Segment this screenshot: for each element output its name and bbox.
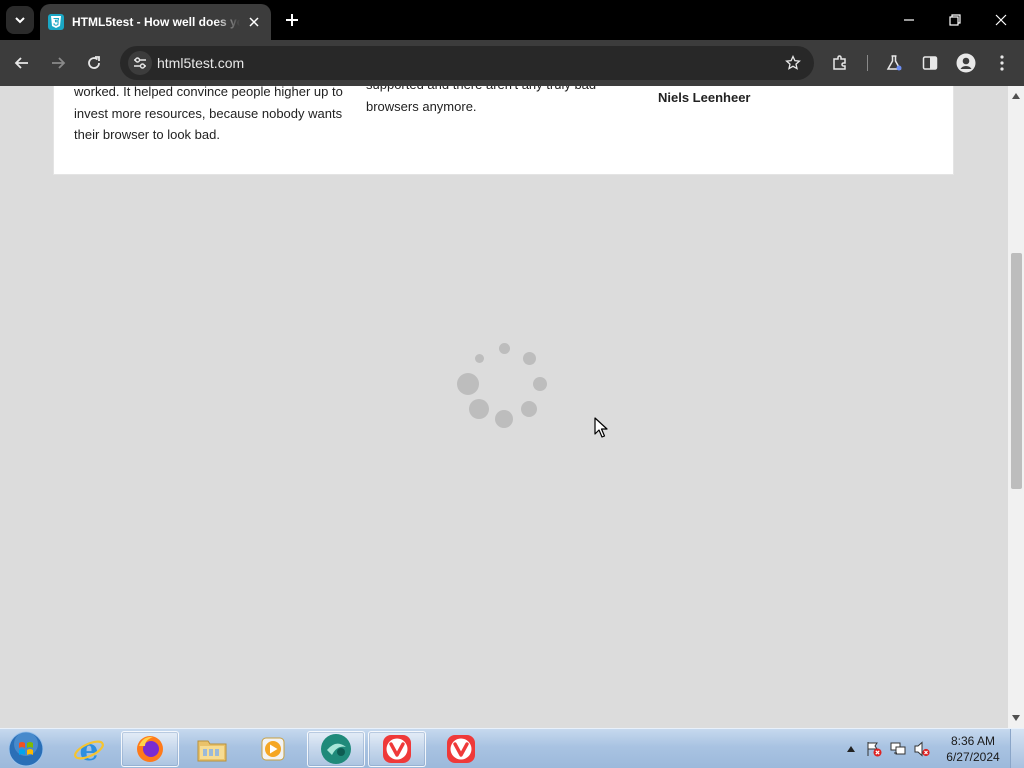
avatar-icon bbox=[956, 53, 976, 73]
html5-favicon-icon bbox=[48, 14, 64, 30]
tray-network[interactable] bbox=[890, 741, 906, 757]
quote-column-1: worked. It helped convince people higher… bbox=[74, 86, 343, 142]
windows-taskbar: e 8:36 AM 6/27/2024 bbox=[0, 728, 1024, 768]
taskbar-vivaldi[interactable] bbox=[432, 731, 490, 767]
reload-button[interactable] bbox=[80, 49, 108, 77]
start-button[interactable] bbox=[6, 731, 46, 767]
windows-logo-icon bbox=[8, 731, 44, 767]
close-window-button[interactable] bbox=[978, 0, 1024, 40]
bookmark-button[interactable] bbox=[782, 52, 804, 74]
tune-icon bbox=[134, 57, 146, 69]
labs-button[interactable] bbox=[880, 49, 908, 77]
taskbar-file-explorer[interactable] bbox=[183, 731, 241, 767]
vivaldi-icon bbox=[447, 735, 475, 763]
svg-text:e: e bbox=[79, 733, 98, 765]
quote-column-2: supported and there aren't any truly bad… bbox=[366, 86, 596, 114]
triangle-up-icon bbox=[1012, 93, 1020, 99]
extensions-button[interactable] bbox=[826, 49, 854, 77]
restore-button[interactable] bbox=[932, 0, 978, 40]
page-scrollbar[interactable] bbox=[1008, 86, 1024, 728]
folder-icon bbox=[197, 740, 227, 762]
clock-date: 6/27/2024 bbox=[946, 750, 1000, 764]
forward-button[interactable] bbox=[44, 49, 72, 77]
star-icon bbox=[785, 55, 801, 70]
tray-action-center[interactable] bbox=[866, 741, 882, 757]
app-green-icon bbox=[321, 734, 351, 764]
volume-muted-icon bbox=[914, 741, 930, 757]
tab-search-button[interactable] bbox=[6, 6, 34, 34]
tray-volume[interactable] bbox=[914, 741, 930, 757]
flask-icon bbox=[886, 55, 902, 71]
mouse-cursor-icon bbox=[594, 417, 608, 438]
plus-icon bbox=[286, 14, 298, 26]
triangle-down-icon bbox=[1012, 715, 1020, 721]
menu-button[interactable] bbox=[988, 49, 1016, 77]
firefox-icon bbox=[137, 736, 163, 762]
more-vertical-icon bbox=[1000, 55, 1004, 71]
spinner-dot bbox=[521, 401, 537, 417]
spinner-dot bbox=[499, 343, 510, 354]
tab-html5test[interactable]: HTML5test - How well does your browser s… bbox=[40, 4, 271, 40]
arrow-left-icon bbox=[14, 57, 28, 69]
taskbar-clock[interactable]: 8:36 AM 6/27/2024 bbox=[940, 733, 1006, 765]
spinner-dot bbox=[475, 354, 484, 363]
taskbar-app-green[interactable] bbox=[307, 731, 365, 767]
reload-icon bbox=[88, 56, 100, 69]
triangle-up-icon bbox=[847, 746, 855, 752]
spinner-dot bbox=[457, 373, 479, 395]
spinner-dot bbox=[469, 399, 489, 419]
puzzle-icon bbox=[833, 55, 846, 70]
scrollbar-thumb[interactable] bbox=[1011, 253, 1022, 489]
toolbar-separator bbox=[867, 55, 868, 71]
tab-close-button[interactable] bbox=[245, 13, 263, 31]
profile-button[interactable] bbox=[952, 49, 980, 77]
close-icon bbox=[995, 14, 1007, 26]
side-panel-icon bbox=[922, 56, 938, 70]
media-player-icon bbox=[261, 737, 285, 761]
tab-title: HTML5test - How well does your browser s… bbox=[72, 15, 240, 29]
page-viewport: worked. It helped convince people higher… bbox=[0, 86, 1024, 728]
scroll-down-button[interactable] bbox=[1008, 710, 1024, 726]
network-icon bbox=[890, 742, 906, 755]
restore-icon bbox=[949, 14, 961, 26]
minimize-button[interactable] bbox=[886, 0, 932, 40]
taskbar-media-player[interactable] bbox=[244, 731, 302, 767]
site-info-button[interactable] bbox=[128, 51, 152, 75]
spinner-dot bbox=[533, 377, 547, 391]
quote-author: Niels Leenheer bbox=[658, 90, 751, 105]
spinner-dot bbox=[495, 410, 513, 428]
taskbar-vivaldi-active[interactable] bbox=[368, 731, 426, 767]
flag-error-icon bbox=[867, 742, 882, 757]
show-desktop-button[interactable] bbox=[1010, 729, 1024, 768]
scroll-up-button[interactable] bbox=[1008, 88, 1024, 104]
address-bar[interactable]: html5test.com bbox=[120, 46, 814, 80]
loading-spinner bbox=[450, 336, 560, 436]
close-icon bbox=[249, 17, 259, 27]
tab-strip: HTML5test - How well does your browser s… bbox=[0, 0, 1024, 40]
new-tab-button[interactable] bbox=[280, 8, 304, 32]
url-text[interactable]: html5test.com bbox=[157, 55, 244, 71]
vivaldi-icon bbox=[383, 735, 411, 763]
arrow-right-icon bbox=[52, 57, 66, 69]
taskbar-firefox[interactable] bbox=[121, 731, 179, 767]
quote-card: worked. It helped convince people higher… bbox=[53, 86, 954, 175]
internet-explorer-icon: e bbox=[74, 733, 104, 765]
show-hidden-icons-button[interactable] bbox=[843, 741, 859, 757]
side-panel-button[interactable] bbox=[916, 49, 944, 77]
back-button[interactable] bbox=[8, 49, 36, 77]
taskbar-internet-explorer[interactable]: e bbox=[60, 731, 118, 767]
chevron-down-icon bbox=[15, 17, 25, 24]
minimize-icon bbox=[904, 19, 914, 21]
clock-time: 8:36 AM bbox=[950, 734, 996, 748]
spinner-dot bbox=[523, 352, 536, 365]
